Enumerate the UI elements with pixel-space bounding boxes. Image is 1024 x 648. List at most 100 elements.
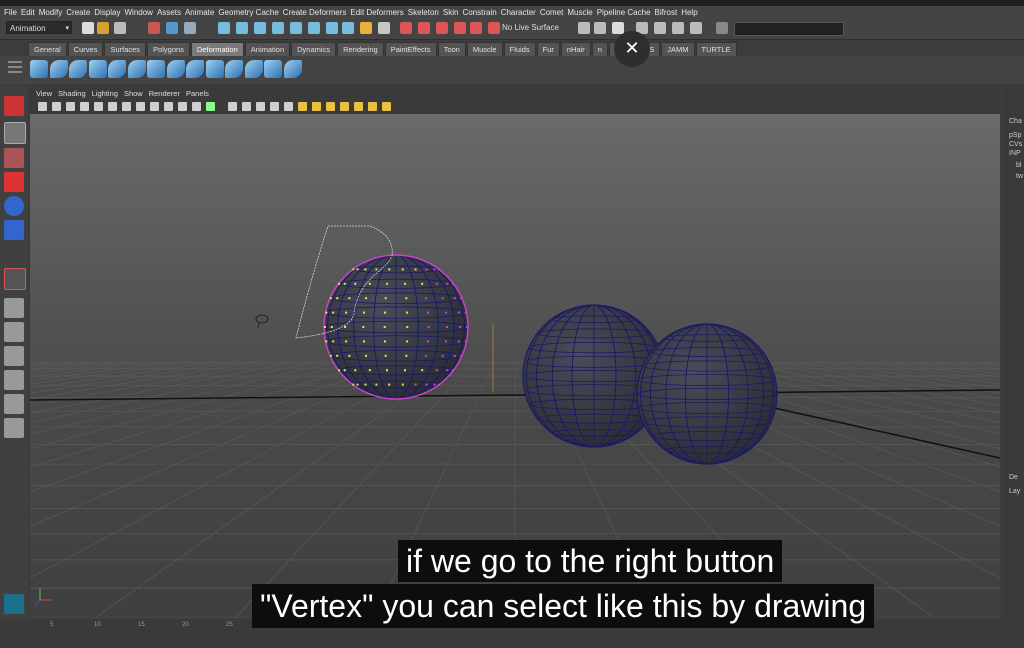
isolate-icon[interactable] xyxy=(340,102,349,111)
twist-deformer-icon[interactable] xyxy=(147,60,165,78)
vertex-selected[interactable] xyxy=(345,340,348,343)
wrap-deformer-icon[interactable] xyxy=(186,60,204,78)
vertex[interactable] xyxy=(466,326,469,328)
flare-deformer-icon[interactable] xyxy=(166,60,185,78)
menu-item-assets[interactable]: Assets xyxy=(157,8,181,17)
xray-joint-icon[interactable] xyxy=(368,102,377,111)
tab-animation[interactable]: Animation xyxy=(244,42,291,56)
menu-item-display[interactable]: Display xyxy=(94,8,120,17)
vertex-selected[interactable] xyxy=(354,369,357,372)
vertex-selected[interactable] xyxy=(343,282,346,285)
tab-muscle[interactable]: Muscle xyxy=(466,42,503,56)
panel-menu-show[interactable]: Show xyxy=(124,89,143,98)
vertex[interactable] xyxy=(427,340,430,343)
show-manipulator-icon[interactable] xyxy=(4,268,26,290)
menu-item-edit[interactable]: Edit xyxy=(21,8,35,17)
safe-action-icon[interactable] xyxy=(178,102,187,111)
vertex[interactable] xyxy=(453,354,456,357)
panel-menu-renderer[interactable]: Renderer xyxy=(149,89,180,98)
vertex[interactable] xyxy=(424,354,427,357)
shadows-icon[interactable] xyxy=(284,102,293,111)
vertex-selected[interactable] xyxy=(336,297,339,300)
tab-n[interactable]: n xyxy=(591,42,608,56)
hypershade-layout-icon[interactable] xyxy=(4,394,24,414)
menu-item-file[interactable]: File xyxy=(4,8,17,17)
vertex-selected[interactable] xyxy=(406,326,409,328)
vertex[interactable] xyxy=(427,311,430,314)
vertex-selected[interactable] xyxy=(388,383,391,386)
bend-deformer-icon[interactable] xyxy=(69,60,87,78)
vertex-selected[interactable] xyxy=(344,326,347,328)
magnet-curve-icon[interactable] xyxy=(418,22,430,34)
sphere-right[interactable] xyxy=(636,323,778,465)
vertex-selected[interactable] xyxy=(348,297,351,300)
render-current-icon[interactable] xyxy=(594,22,606,34)
menu-item-geometry-cache[interactable]: Geometry Cache xyxy=(218,8,278,17)
panel-menu-view[interactable]: View xyxy=(36,89,52,98)
vertex[interactable] xyxy=(441,354,444,357)
grid-icon[interactable] xyxy=(122,102,131,111)
vertex[interactable] xyxy=(427,326,430,328)
vertex-selected[interactable] xyxy=(384,297,387,300)
ipr-render-icon[interactable] xyxy=(612,22,624,34)
menu-item-edit-deformers[interactable]: Edit Deformers xyxy=(350,8,403,17)
menu-item-help[interactable]: Help xyxy=(681,8,697,17)
vertex-selected[interactable] xyxy=(375,268,378,271)
vertex[interactable] xyxy=(446,282,449,285)
make-live-icon[interactable] xyxy=(326,22,338,34)
vertex-selected[interactable] xyxy=(385,369,388,372)
move-tool-icon[interactable] xyxy=(4,172,24,192)
tab-painteffects[interactable]: PaintEffects xyxy=(384,42,437,56)
render-settings-icon[interactable] xyxy=(378,22,390,34)
wire-on-shade-icon[interactable] xyxy=(242,102,251,111)
snap-view-icon[interactable] xyxy=(272,22,284,34)
vertex[interactable] xyxy=(457,340,460,343)
menu-item-animate[interactable]: Animate xyxy=(185,8,214,17)
vertex-selected[interactable] xyxy=(368,369,371,372)
tab-deformation[interactable]: Deformation xyxy=(190,42,244,56)
vertex-selected[interactable] xyxy=(406,340,409,343)
rotate-tool-icon[interactable] xyxy=(4,196,24,216)
vertex-selected[interactable] xyxy=(343,369,346,372)
tab-nhair[interactable]: nHair xyxy=(560,42,591,56)
vertex[interactable] xyxy=(435,282,438,285)
persp-graph-layout-icon[interactable] xyxy=(4,370,24,390)
lights-icon[interactable] xyxy=(270,102,279,111)
vertex-selected[interactable] xyxy=(385,282,388,285)
aa-icon[interactable] xyxy=(326,102,335,111)
tab-turtle[interactable]: TURTLE xyxy=(695,42,737,56)
vertex-selected[interactable] xyxy=(364,383,367,386)
camera-select-icon[interactable] xyxy=(38,102,47,111)
close-button[interactable]: ✕ xyxy=(614,31,650,67)
tab-toon[interactable]: Toon xyxy=(437,42,466,56)
vertex[interactable] xyxy=(464,311,467,314)
vertex-selected[interactable] xyxy=(406,311,409,314)
lock-icon[interactable] xyxy=(360,22,372,34)
input-line-icon[interactable] xyxy=(716,22,728,34)
select-object-icon[interactable] xyxy=(166,22,178,34)
vertex[interactable] xyxy=(414,383,417,386)
vertex-selected[interactable] xyxy=(404,282,407,285)
mode-selector[interactable]: Animation ▾ xyxy=(6,21,72,34)
film-gate-icon[interactable] xyxy=(136,102,145,111)
vertex[interactable] xyxy=(441,297,444,300)
motion-blur-icon[interactable] xyxy=(312,102,321,111)
vertex-selected[interactable] xyxy=(329,354,332,357)
vertex[interactable] xyxy=(464,340,467,343)
vertex-selected[interactable] xyxy=(362,326,365,328)
vertex-selected[interactable] xyxy=(375,383,378,386)
nonlinear-deformer-icon[interactable] xyxy=(283,60,302,78)
cluster-deformer-icon[interactable] xyxy=(49,60,68,78)
vertex-selected[interactable] xyxy=(356,268,359,271)
ssao-icon[interactable] xyxy=(298,102,307,111)
panel-menu-shading[interactable]: Shading xyxy=(58,89,86,98)
vertex-selected[interactable] xyxy=(405,354,408,357)
vertex-selected[interactable] xyxy=(338,369,341,372)
grease-icon[interactable] xyxy=(108,102,117,111)
vertex-selected[interactable] xyxy=(362,311,365,314)
snap-grid-icon[interactable] xyxy=(218,22,230,34)
vertex-selected[interactable] xyxy=(352,268,355,271)
vertex-selected[interactable] xyxy=(345,311,348,314)
vertex[interactable] xyxy=(444,311,447,314)
resolution-gate-icon[interactable] xyxy=(150,102,159,111)
